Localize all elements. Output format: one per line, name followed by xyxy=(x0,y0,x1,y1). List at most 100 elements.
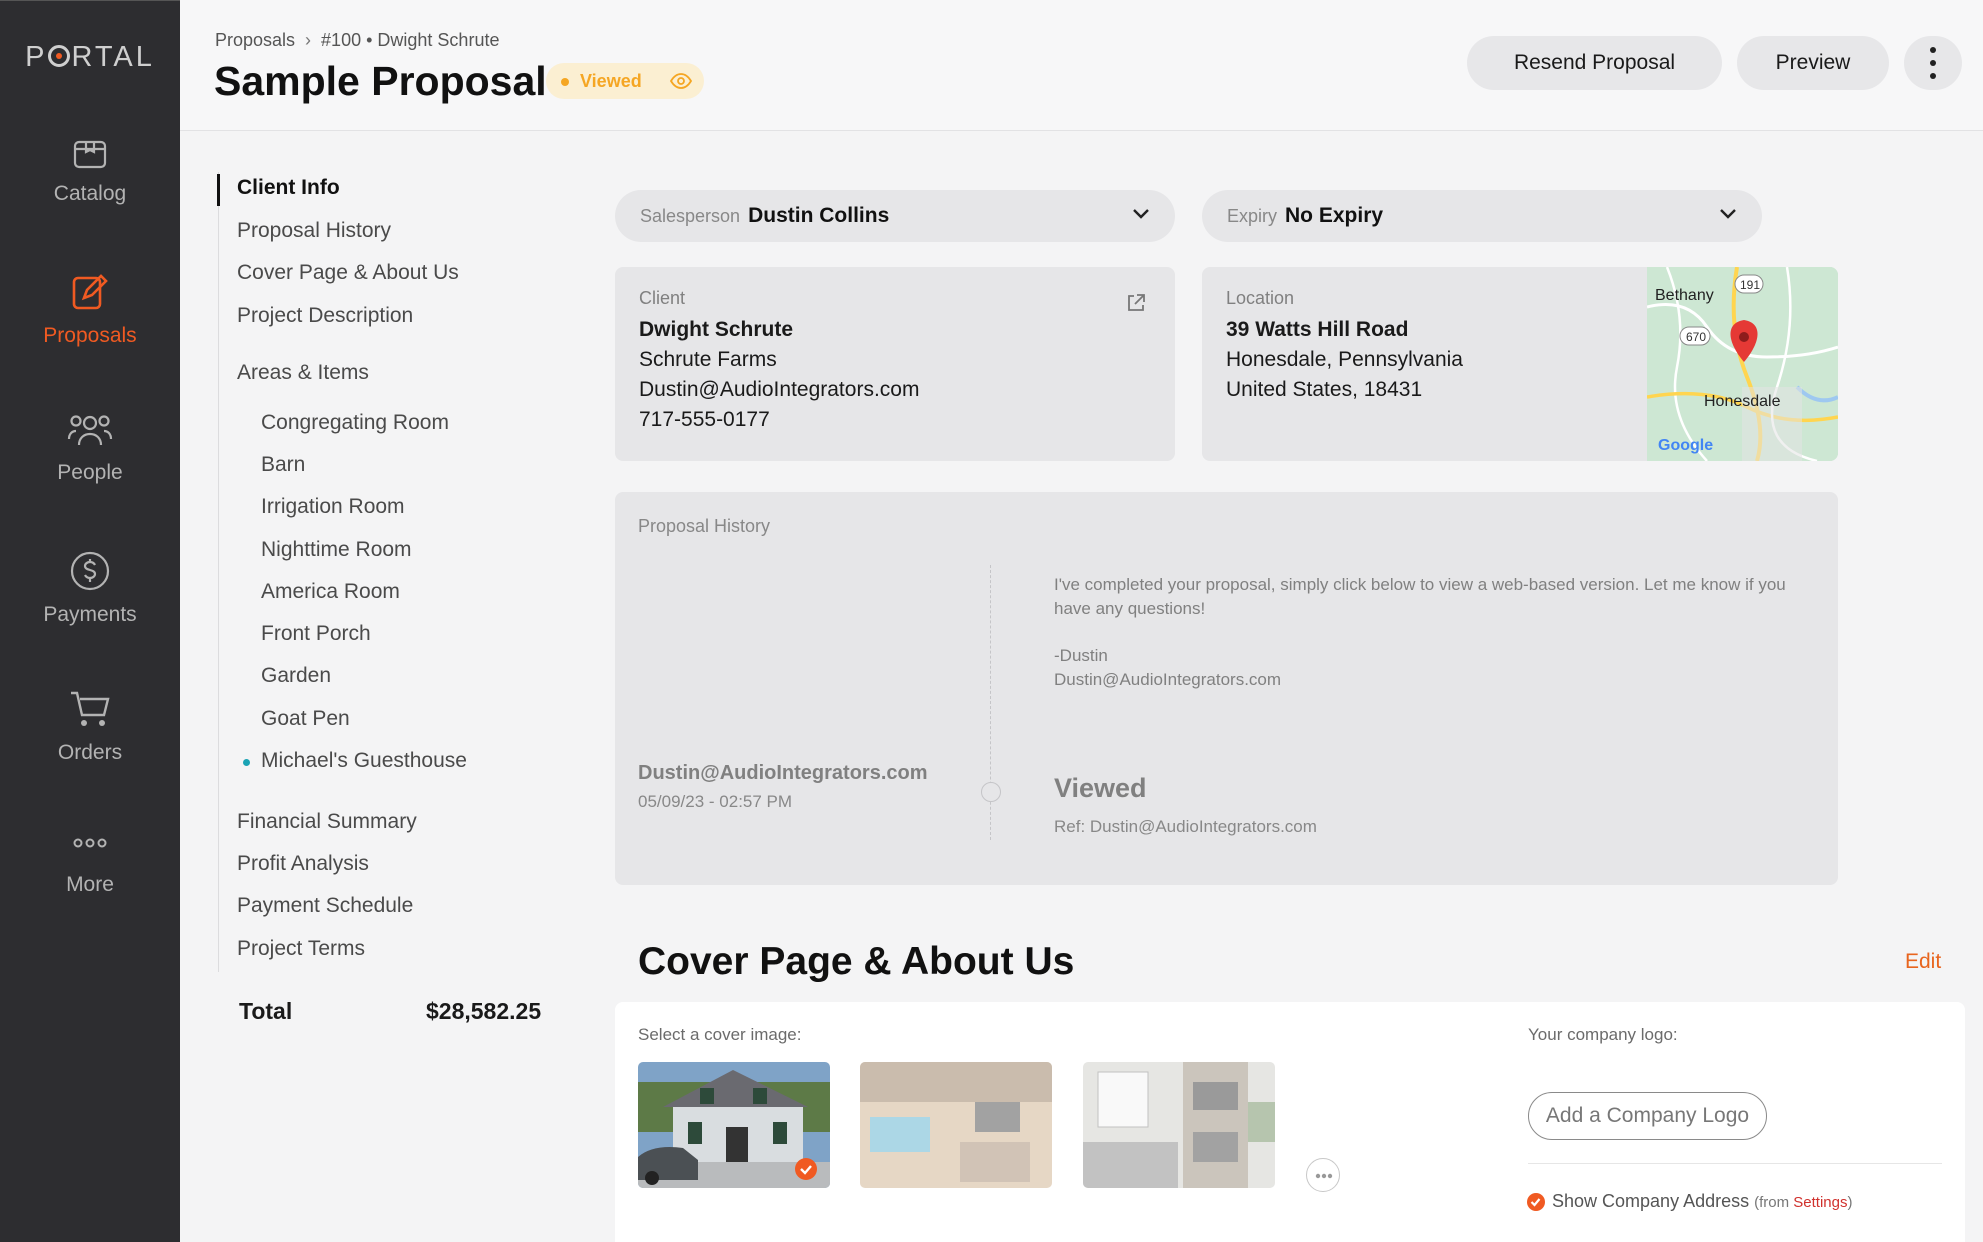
history-message: I've completed your proposal, simply cli… xyxy=(1054,573,1786,692)
nav-label: Orders xyxy=(57,741,123,764)
expiry-select[interactable]: Expiry No Expiry xyxy=(1202,190,1762,242)
nav-more[interactable]: More xyxy=(0,837,180,897)
location-city: Honesdale, Pennsylvania xyxy=(1226,348,1463,371)
area-item[interactable]: Goat Pen xyxy=(261,707,350,731)
salesperson-select[interactable]: Salesperson Dustin Collins xyxy=(615,190,1175,242)
more-dots-icon xyxy=(73,838,107,848)
message-line: I've completed your proposal, simply cli… xyxy=(1054,575,1786,594)
message-signoff: -Dustin xyxy=(1054,646,1108,665)
map-town-label: Bethany xyxy=(1655,287,1714,304)
area-item-current[interactable]: Michael's Guesthouse xyxy=(243,749,467,773)
client-email[interactable]: Dustin@AudioIntegrators.com xyxy=(639,375,919,405)
history-sender: Dustin@AudioIntegrators.com xyxy=(638,762,928,784)
google-logo: Google xyxy=(1658,437,1714,454)
cover-image-option[interactable] xyxy=(860,1062,1052,1188)
more-images-button[interactable] xyxy=(1306,1158,1340,1192)
breadcrumb-number: #100 xyxy=(321,30,362,50)
status-badge: Viewed xyxy=(546,63,704,99)
more-options-button[interactable] xyxy=(1904,36,1962,90)
section-project-terms[interactable]: Project Terms xyxy=(237,937,365,961)
area-item[interactable]: Garden xyxy=(261,664,331,688)
preview-button[interactable]: Preview xyxy=(1737,36,1889,90)
breadcrumb: Proposals › #100 • Dwight Schrute xyxy=(215,30,499,51)
cover-image-option-selected[interactable] xyxy=(638,1062,830,1188)
active-indicator xyxy=(217,174,220,206)
nav-people[interactable]: People xyxy=(0,411,180,485)
location-caption: Location xyxy=(1226,288,1295,308)
client-name: Dwight Schrute xyxy=(639,318,794,341)
cart-icon xyxy=(71,691,110,726)
eye-icon xyxy=(670,73,692,89)
history-ref: Ref: Dustin@AudioIntegrators.com xyxy=(1054,817,1317,836)
nav-label: Payments xyxy=(43,603,137,626)
external-link-icon[interactable] xyxy=(1126,293,1146,313)
page-header: Proposals › #100 • Dwight Schrute Sample Pro… xyxy=(180,0,1983,131)
show-address-label: Show Company Address xyxy=(1552,1191,1750,1211)
section-cover-page[interactable]: Cover Page & About Us xyxy=(237,261,459,285)
nav-catalog[interactable]: Catalog xyxy=(0,134,180,206)
section-nav: Client Info Proposal History Cover Page … xyxy=(217,172,578,972)
section-profit-analysis[interactable]: Profit Analysis xyxy=(237,852,369,876)
resend-proposal-button[interactable]: Resend Proposal xyxy=(1467,36,1722,90)
history-caption: Proposal History xyxy=(638,516,771,536)
status-text: Viewed xyxy=(580,71,642,91)
edit-link[interactable]: Edit xyxy=(1905,950,1941,974)
from-suffix: ) xyxy=(1847,1194,1853,1211)
section-areas-items[interactable]: Areas & Items xyxy=(237,361,369,385)
location-street: 39 Watts Hill Road xyxy=(1226,318,1409,341)
section-financial-summary[interactable]: Financial Summary xyxy=(237,810,417,834)
breadcrumb-separator: › xyxy=(305,30,312,50)
chevron-down-icon xyxy=(1133,209,1149,219)
client-phone[interactable]: 717-555-0177 xyxy=(639,405,919,435)
section-client-info[interactable]: Client Info xyxy=(237,176,340,200)
cover-image-option[interactable] xyxy=(1083,1062,1275,1188)
show-address-checkbox[interactable] xyxy=(1527,1193,1545,1211)
area-item-label: Michael's Guesthouse xyxy=(261,749,467,772)
area-item[interactable]: Congregating Room xyxy=(261,411,449,435)
client-caption: Client xyxy=(639,288,686,308)
add-company-logo-button[interactable]: Add a Company Logo xyxy=(1528,1092,1767,1140)
section-project-description[interactable]: Project Description xyxy=(237,304,413,328)
area-item[interactable]: Irrigation Room xyxy=(261,495,405,519)
nav-payments[interactable]: Payments xyxy=(0,551,180,627)
expiry-value: No Expiry xyxy=(1285,204,1384,227)
nav-label: Catalog xyxy=(53,182,127,205)
map-route-label: 191 xyxy=(1740,278,1761,292)
settings-link[interactable]: Settings xyxy=(1793,1194,1847,1211)
location-country: United States, 18431 xyxy=(1226,378,1423,401)
nav-label: Proposals xyxy=(43,324,137,347)
cover-image-fireplace xyxy=(1083,1062,1275,1188)
chevron-down-icon xyxy=(1720,209,1736,219)
selected-check-icon xyxy=(795,1158,817,1180)
catalog-icon xyxy=(73,140,107,169)
check-icon xyxy=(1530,1198,1541,1207)
cover-image-patio xyxy=(860,1062,1052,1188)
portal-logo[interactable]: P RTAL xyxy=(0,41,180,74)
area-item[interactable]: America Room xyxy=(261,580,400,604)
area-item[interactable]: Barn xyxy=(261,453,305,477)
history-date: 05/09/23 - 02:57 PM xyxy=(638,792,793,811)
company-logo-caption: Your company logo: xyxy=(1528,1025,1678,1044)
current-dot xyxy=(243,759,250,766)
section-heading: Cover Page & About Us xyxy=(638,940,1075,983)
salesperson-label: Salesperson xyxy=(640,206,741,226)
people-icon xyxy=(67,415,113,446)
expiry-label: Expiry xyxy=(1227,206,1278,226)
map-route-label: 670 xyxy=(1686,330,1707,344)
area-item[interactable]: Nighttime Room xyxy=(261,538,412,562)
section-proposal-history[interactable]: Proposal History xyxy=(237,219,391,243)
breadcrumb-client: Dwight Schrute xyxy=(377,30,500,50)
nav-proposals[interactable]: Proposals xyxy=(0,272,180,348)
status-dot xyxy=(561,78,569,86)
total-label: Total xyxy=(239,998,293,1024)
salesperson-value: Dustin Collins xyxy=(748,204,890,227)
show-address-option: Show Company Address (from Settings) xyxy=(1552,1191,1853,1212)
nav-orders[interactable]: Orders xyxy=(0,689,180,765)
section-payment-schedule[interactable]: Payment Schedule xyxy=(237,894,413,918)
message-line: have any questions! xyxy=(1054,599,1206,618)
area-item[interactable]: Front Porch xyxy=(261,622,371,646)
panel-divider xyxy=(1528,1163,1942,1164)
breadcrumb-root[interactable]: Proposals xyxy=(215,30,295,50)
message-email: Dustin@AudioIntegrators.com xyxy=(1054,670,1282,689)
location-map[interactable]: Bethany 191 670 Honesdale Google xyxy=(1647,267,1838,461)
